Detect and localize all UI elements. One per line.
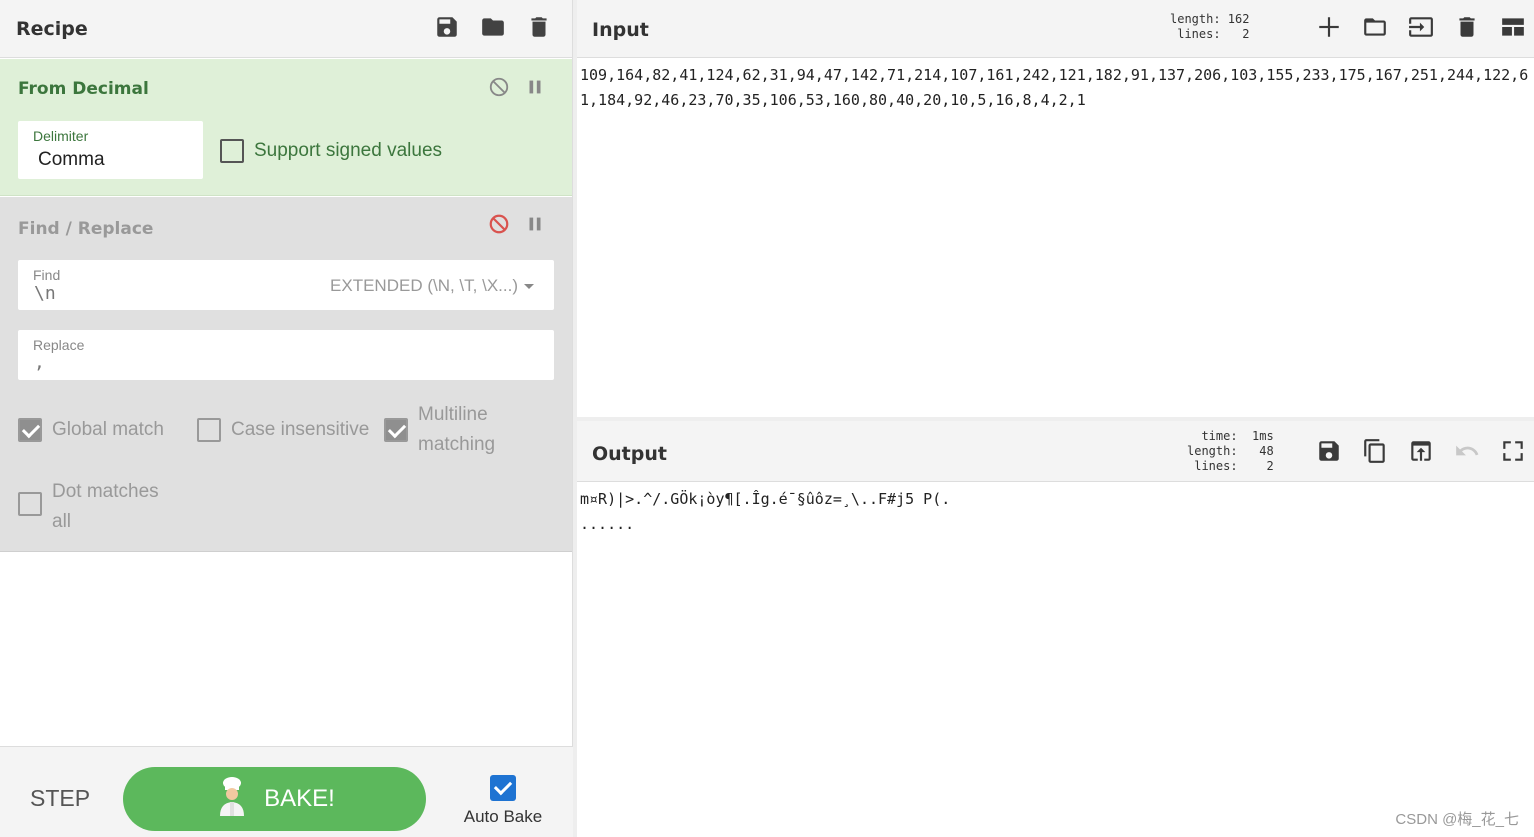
input-panel: Input length: 162 lines: 2 109,164,82,41… [577, 0, 1534, 417]
checkbox-box[interactable] [384, 418, 408, 442]
global-match-checkbox[interactable]: Global match [18, 415, 164, 445]
find-label: Find [33, 267, 61, 283]
disable-icon[interactable] [488, 213, 510, 235]
caret-down-icon [524, 283, 534, 289]
pause-icon[interactable] [524, 76, 546, 98]
recipe-title: Recipe [16, 17, 88, 40]
checkbox-box[interactable] [18, 492, 42, 516]
output-panel: Output time: 1ms length: 48 lines: 2 m¤R… [577, 421, 1534, 837]
operation-from-decimal: From Decimal Delimiter Comma Support sig… [0, 59, 572, 196]
step-button[interactable]: STEP [30, 785, 90, 812]
case-insensitive-checkbox[interactable]: Case insensitive [197, 415, 369, 445]
auto-bake-toggle[interactable]: Auto Bake [463, 775, 543, 827]
find-mode-select[interactable]: EXTENDED (\N, \T, \X...) [330, 276, 534, 296]
checkbox-box[interactable] [197, 418, 221, 442]
delimiter-field[interactable]: Delimiter Comma [18, 121, 203, 179]
bake-button[interactable]: BAKE! [123, 767, 426, 831]
operation-title: From Decimal [18, 79, 149, 99]
save-icon[interactable] [434, 14, 460, 40]
replace-field[interactable]: Replace , [18, 330, 554, 380]
global-match-label: Global match [52, 419, 164, 440]
dot-matches-all-checkbox[interactable]: Dot matches all [18, 477, 178, 537]
delimiter-label: Delimiter [33, 128, 89, 144]
operation-find-replace: Find / Replace Find \n EXTENDED (\N, \T,… [0, 197, 572, 552]
output-textarea[interactable]: m¤R)|>.^/.GÖk¡òy¶[.Îg.é¯§ûôz=¸\..F#j5 P(… [580, 487, 1530, 537]
import-icon[interactable] [1408, 14, 1434, 40]
input-title: Input [592, 19, 649, 41]
input-header: Input length: 162 lines: 2 [577, 0, 1534, 58]
replace-input-icon[interactable] [1408, 438, 1434, 464]
checkbox-box[interactable] [18, 418, 42, 442]
watermark: CSDN @梅_花_七 [1395, 811, 1519, 828]
input-textarea[interactable]: 109,164,82,41,124,62,31,94,47,142,71,214… [580, 63, 1530, 113]
replace-value: , [34, 352, 45, 373]
auto-bake-label: Auto Bake [463, 807, 543, 826]
trash-icon[interactable] [526, 14, 552, 40]
maximize-icon[interactable] [1500, 438, 1526, 464]
copy-icon[interactable] [1362, 438, 1388, 464]
output-header: Output time: 1ms length: 48 lines: 2 [577, 421, 1534, 482]
bake-label: BAKE! [264, 785, 335, 812]
bake-bar: STEP BAKE! Auto Bake [0, 746, 573, 837]
support-signed-label: Support signed values [254, 140, 443, 161]
replace-label: Replace [33, 337, 85, 353]
find-mode-value: EXTENDED (\N, \T, \X...) [330, 276, 518, 295]
support-signed-checkbox[interactable]: Support signed values [220, 136, 442, 166]
operation-title: Find / Replace [18, 219, 154, 239]
output-title: Output [592, 443, 667, 465]
find-field[interactable]: Find \n EXTENDED (\N, \T, \X...) [18, 260, 554, 310]
plus-icon[interactable] [1316, 14, 1342, 40]
auto-bake-checkbox[interactable] [490, 775, 516, 801]
find-value: \n [34, 283, 56, 304]
undo-icon[interactable] [1454, 438, 1480, 464]
output-stats: time: 1ms length: 48 lines: 2 [1187, 429, 1274, 473]
dot-matches-all-label: Dot matches all [52, 481, 159, 532]
checkbox-box[interactable] [220, 139, 244, 163]
recipe-header: Recipe [0, 0, 572, 58]
multiline-label: Multiline matching [418, 404, 496, 455]
disable-icon[interactable] [488, 76, 510, 98]
folder-icon[interactable] [480, 14, 506, 40]
pause-icon[interactable] [524, 213, 546, 235]
trash-icon[interactable] [1454, 14, 1480, 40]
layout-icon[interactable] [1500, 14, 1526, 40]
chef-icon [214, 776, 250, 823]
case-insensitive-label: Case insensitive [231, 419, 370, 440]
folder-icon[interactable] [1362, 14, 1388, 40]
save-icon[interactable] [1316, 438, 1342, 464]
recipe-panel: Recipe From Decimal Delimiter Comma Supp… [0, 0, 573, 837]
delimiter-value: Comma [38, 149, 105, 170]
input-stats: length: 162 lines: 2 [1170, 12, 1250, 41]
multiline-checkbox[interactable]: Multiline matching [384, 400, 514, 460]
